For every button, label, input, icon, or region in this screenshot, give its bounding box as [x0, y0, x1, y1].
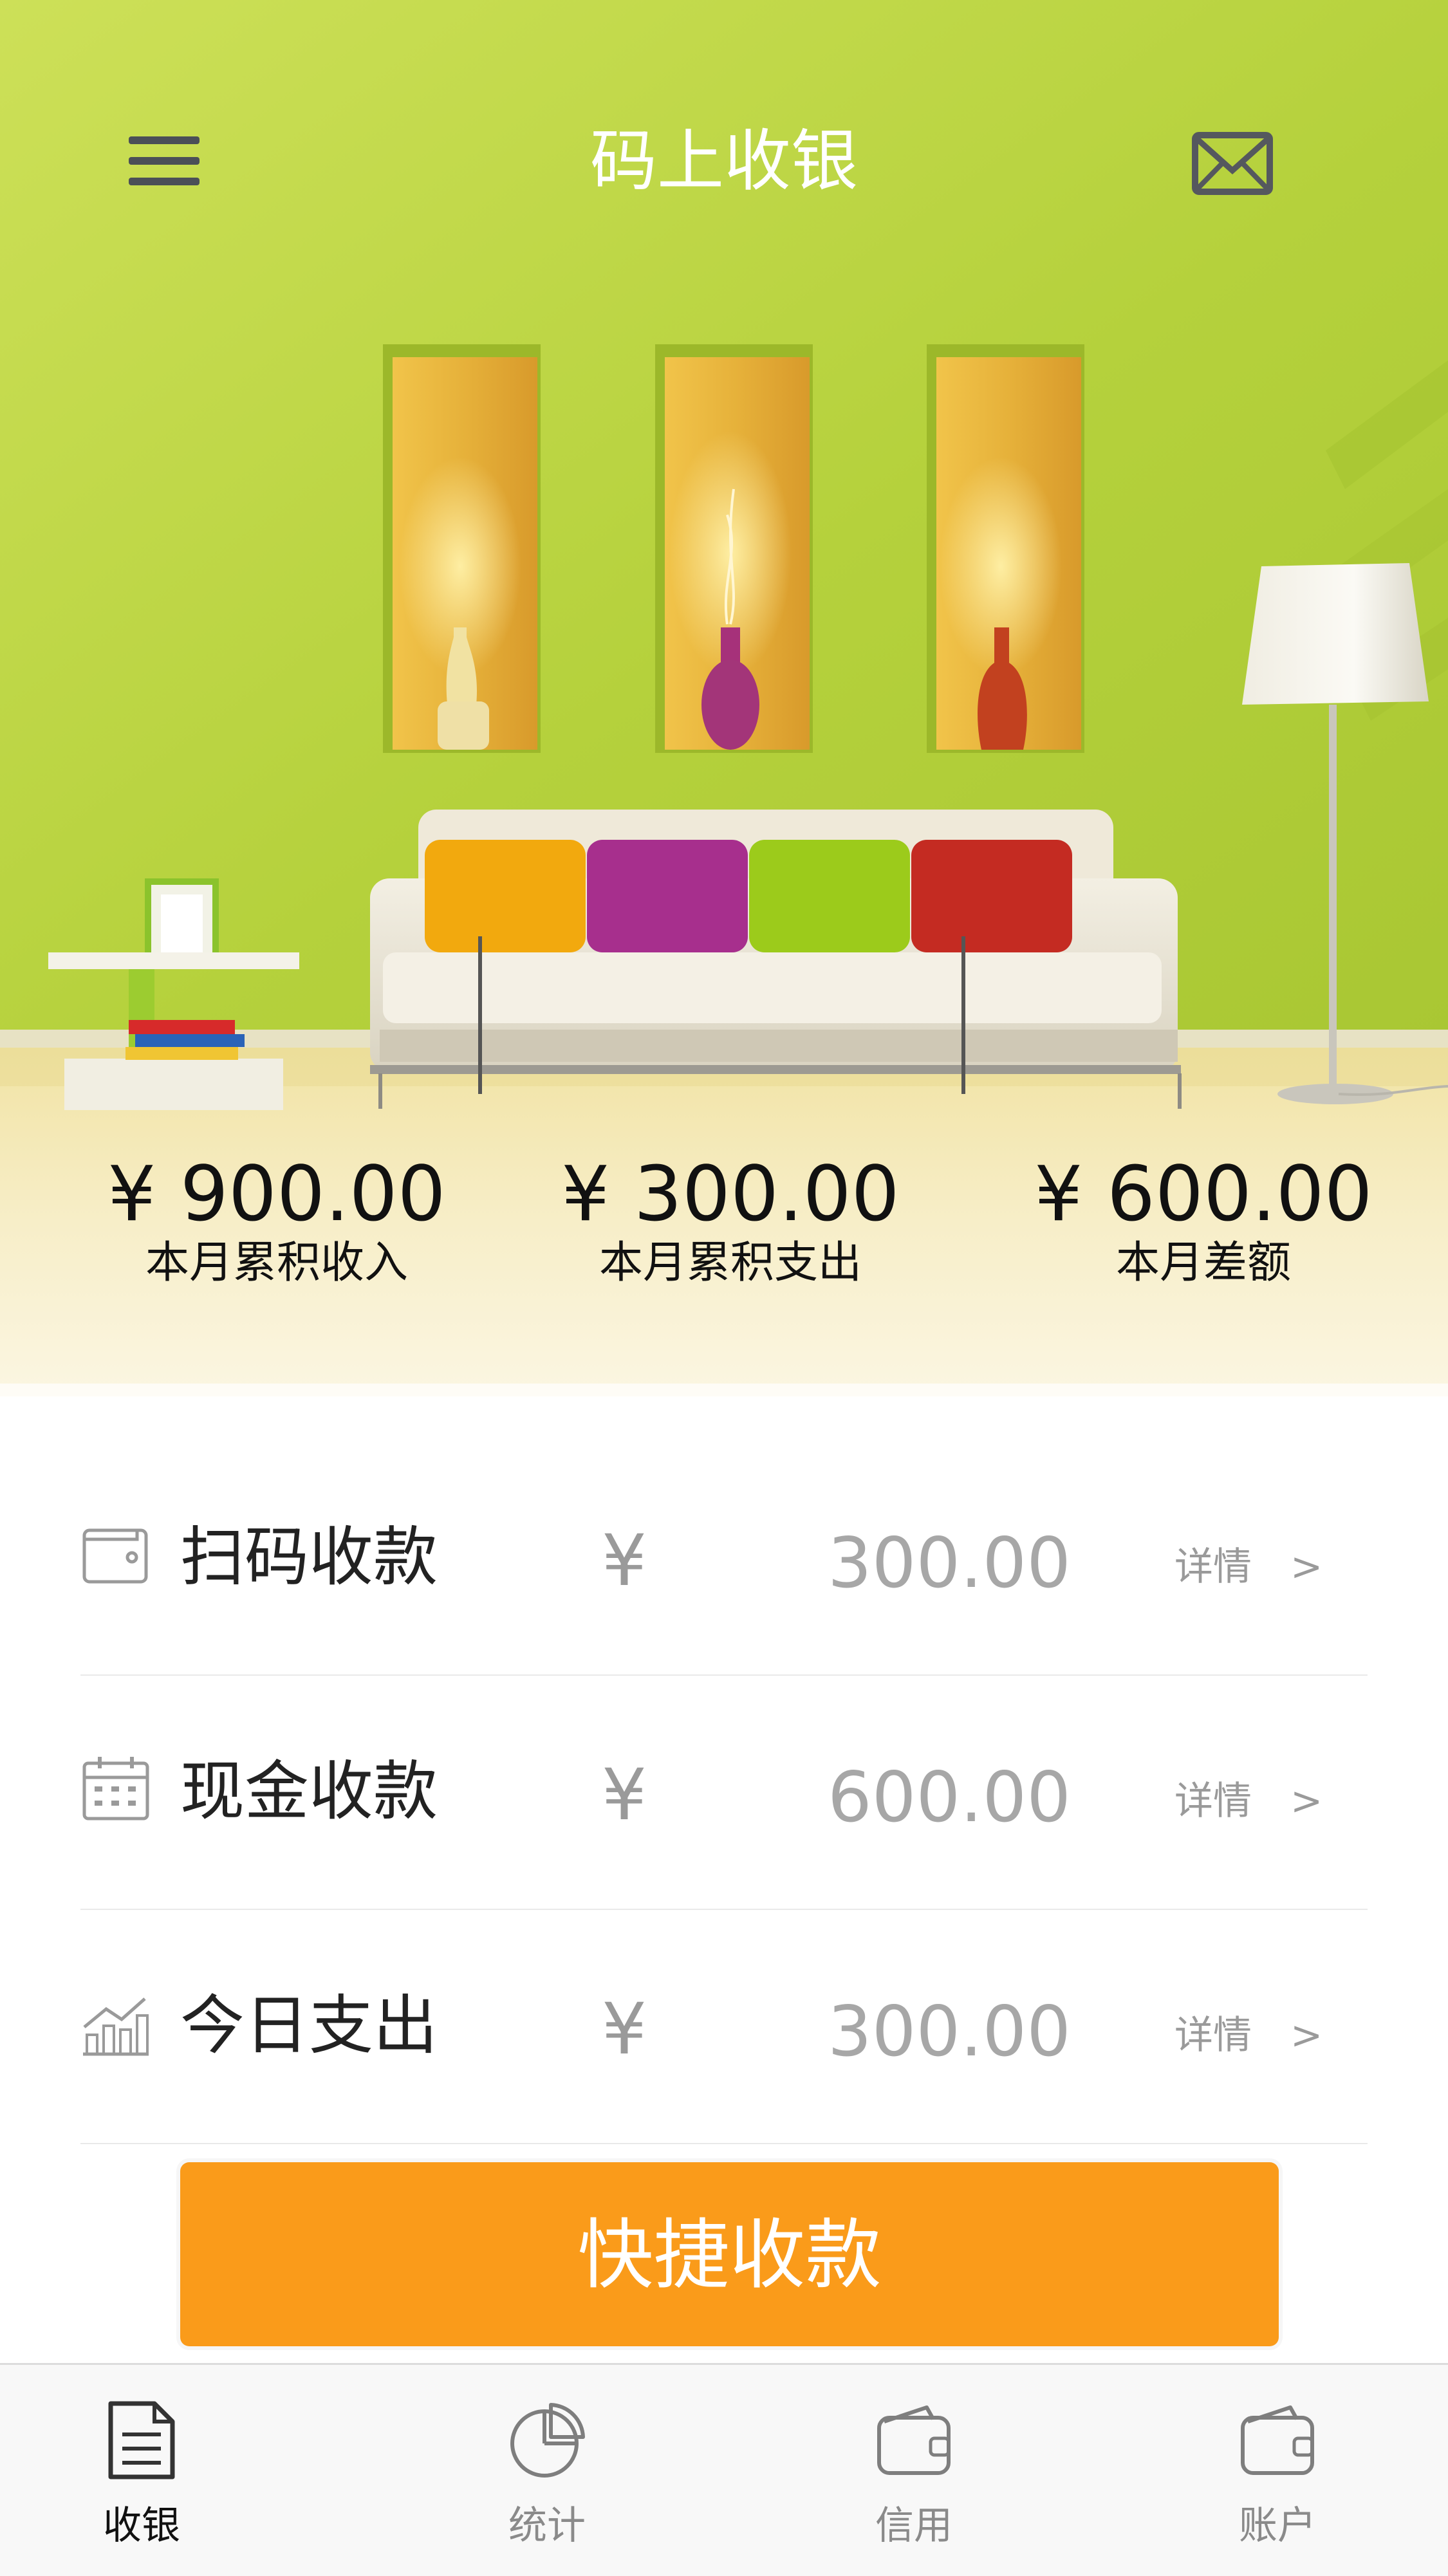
messages-button[interactable] [1187, 125, 1277, 203]
summary-amount: ¥ 300.00 [561, 1149, 900, 1238]
quick-collect-button[interactable]: 快捷收款 [180, 2162, 1279, 2346]
row-label: 今日支出 [180, 1988, 438, 2063]
chevron-right-icon: > [1290, 1779, 1323, 1824]
transaction-list: 扫码收款 ¥ 300.00 详情 > 现金收款 ¥ 600.00 详情 > 今日… [80, 1441, 1368, 2144]
row-amount: 600.00 [828, 1757, 1071, 1838]
summary-amount: ¥ 900.00 [107, 1149, 446, 1238]
summary-label: 本月累积收入 [145, 1237, 408, 1288]
currency-symbol: ¥ [602, 1519, 647, 1602]
niche-right [927, 344, 1084, 753]
wallet-icon [1241, 2405, 1314, 2475]
menu-button[interactable] [122, 122, 206, 199]
tab-account[interactable]: 账户 [1142, 2365, 1413, 2576]
sofa [370, 810, 1182, 1109]
summary-amount: ¥ 600.00 [1034, 1149, 1373, 1238]
detail-link[interactable]: 详情 [1174, 1535, 1252, 1599]
tab-label: 账户 [1239, 2503, 1316, 2548]
detail-link[interactable]: 详情 [1174, 1769, 1252, 1833]
document-icon [108, 2401, 175, 2479]
wallet-icon [82, 1528, 148, 1584]
row-label: 扫码收款 [180, 1519, 438, 1595]
hamburger-menu-icon [129, 136, 200, 185]
niche-middle [655, 344, 813, 753]
tab-label: 信用 [875, 2503, 952, 2548]
hero-banner: 码上收银 ¥ 900.00 本月累积收入 ¥ 300.00 本月累积支出 ¥ 6… [0, 0, 1448, 1396]
chevron-right-icon: > [1290, 2013, 1323, 2058]
top-bar: 码上收银 [0, 0, 1448, 322]
tab-label: 统计 [508, 2503, 586, 2548]
calendar-icon [82, 1757, 149, 1821]
chevron-right-icon: > [1290, 1544, 1323, 1589]
row-scan-payment[interactable]: 扫码收款 ¥ 300.00 详情 > [80, 1441, 1368, 1676]
bar-chart-icon [83, 1997, 149, 2056]
row-label: 现金收款 [180, 1754, 438, 1829]
tab-credit[interactable]: 信用 [779, 2365, 1049, 2576]
summary-balance: ¥ 600.00 本月差额 [1004, 1152, 1403, 1300]
tab-cashier[interactable]: 收银 [6, 2365, 277, 2576]
currency-symbol: ¥ [602, 1988, 647, 2070]
tab-statistics[interactable]: 统计 [412, 2365, 682, 2576]
bottom-tab-bar: 收银 统计 信用 账户 [0, 2363, 1448, 2576]
envelope-icon [1192, 132, 1273, 195]
detail-link[interactable]: 详情 [1174, 2003, 1252, 2068]
pie-chart-icon [510, 2403, 585, 2478]
summary-expense: ¥ 300.00 本月累积支出 [531, 1152, 930, 1300]
summary-income: ¥ 900.00 本月累积收入 [77, 1152, 476, 1300]
summary-label: 本月差额 [1115, 1237, 1291, 1288]
row-today-expense[interactable]: 今日支出 ¥ 300.00 详情 > [80, 1910, 1368, 2144]
currency-symbol: ¥ [602, 1754, 647, 1836]
tab-label: 收银 [103, 2503, 180, 2548]
page-title: 码上收银 [589, 122, 858, 200]
summary-label: 本月累积支出 [599, 1237, 862, 1288]
row-amount: 300.00 [828, 1523, 1071, 1604]
niche-left [383, 344, 541, 753]
row-amount: 300.00 [828, 1992, 1071, 2072]
wallet-icon [877, 2405, 951, 2475]
row-cash-payment[interactable]: 现金收款 ¥ 600.00 详情 > [80, 1676, 1368, 1910]
